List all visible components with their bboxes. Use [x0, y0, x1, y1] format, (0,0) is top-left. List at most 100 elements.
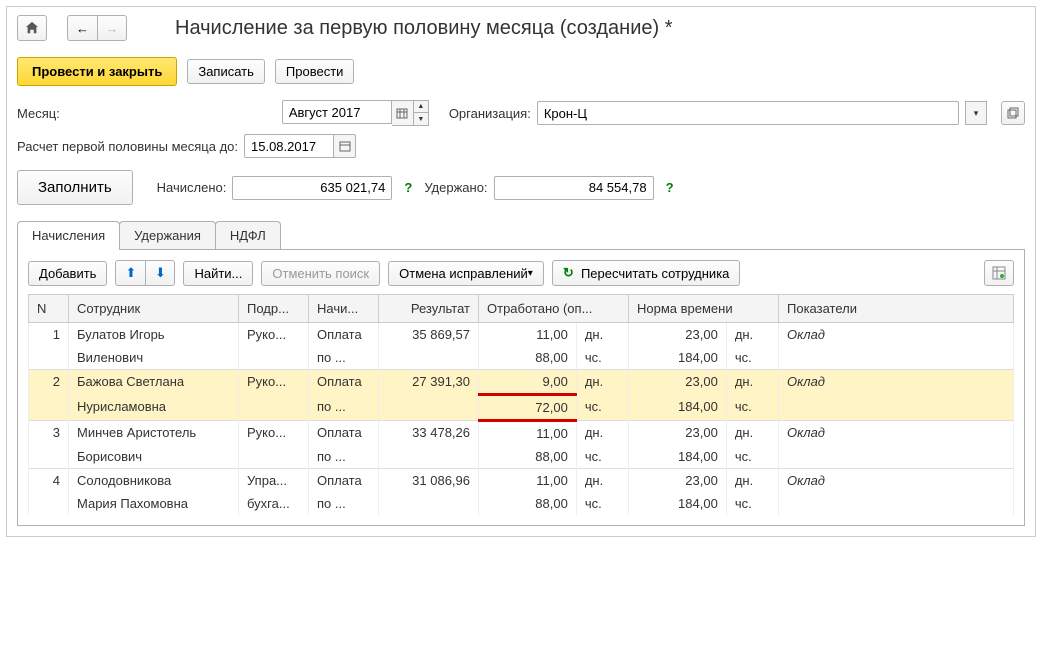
cell-hours-unit: чс.: [576, 395, 628, 421]
calendar-icon: [396, 107, 408, 119]
cell-norm-hours: 184,00: [629, 346, 727, 370]
home-icon: [25, 21, 39, 35]
month-spinner[interactable]: ▲ ▼: [414, 100, 429, 126]
org-dropdown-button[interactable]: ▾: [965, 101, 987, 125]
cell-accrual: Оплата: [309, 469, 379, 493]
table-row-sub[interactable]: Борисовичпо ...88,00чс.184,00чс.: [29, 445, 1014, 469]
table-row-sub[interactable]: Мария Пахомовнабухга...по ...88,00чс.184…: [29, 492, 1014, 515]
submit-button[interactable]: Провести: [275, 59, 355, 84]
cell-hours-unit: чс.: [576, 346, 628, 370]
cell-accrual-line2: по ...: [309, 395, 379, 421]
cell-indicator: Оклад: [779, 370, 1014, 395]
cell-indicator: Оклад: [779, 421, 1014, 446]
cell-hours-unit: чс.: [726, 492, 778, 515]
accrued-help[interactable]: ?: [398, 180, 418, 195]
move-down-button[interactable]: ⬇: [145, 260, 175, 286]
col-accrual[interactable]: Начи...: [309, 295, 379, 323]
calendar-icon: [339, 140, 351, 152]
month-input[interactable]: [282, 100, 392, 124]
recalc-button[interactable]: ↻ Пересчитать сотрудника: [552, 260, 741, 286]
cell-accrual: Оплата: [309, 323, 379, 347]
save-button[interactable]: Записать: [187, 59, 265, 84]
cell-days-unit: дн.: [576, 421, 628, 446]
back-button[interactable]: ←: [67, 15, 97, 41]
popout-icon: [1007, 107, 1019, 119]
cell-norm-days: 23,00: [629, 421, 727, 446]
cell-employee: Солодовникова: [69, 469, 239, 493]
tab-accruals[interactable]: Начисления: [17, 221, 120, 249]
cell-n: 1: [29, 323, 69, 347]
spin-up-icon[interactable]: ▲: [414, 101, 428, 113]
submit-close-button[interactable]: Провести и закрыть: [17, 57, 177, 86]
cell-dept-line2: [239, 395, 309, 421]
col-worked[interactable]: Отработано (оп...: [479, 295, 629, 323]
table-row-sub[interactable]: Нурисламовнапо ...72,00чс.184,00чс.: [29, 395, 1014, 421]
tab-ndfl[interactable]: НДФЛ: [215, 221, 281, 249]
cell-norm-days: 23,00: [629, 469, 727, 493]
cancel-search-button[interactable]: Отменить поиск: [261, 261, 380, 286]
cell-norm-days: 23,00: [629, 323, 727, 347]
cell-hours-unit: чс.: [726, 395, 778, 421]
page-title: Начисление за первую половину месяца (со…: [175, 17, 673, 40]
cell-hours-unit: чс.: [576, 492, 628, 515]
withheld-input[interactable]: [494, 176, 654, 200]
col-norm[interactable]: Норма времени: [629, 295, 779, 323]
accrued-input[interactable]: [232, 176, 392, 200]
cell-hours-unit: чс.: [726, 346, 778, 370]
org-input[interactable]: [537, 101, 959, 125]
titlebar: ← → Начисление за первую половину месяца…: [7, 7, 1035, 51]
spin-down-icon[interactable]: ▼: [414, 113, 428, 125]
cell-days-unit: дн.: [576, 323, 628, 347]
grid-settings-button[interactable]: [984, 260, 1014, 286]
cell-result: 31 086,96: [379, 469, 479, 493]
add-button[interactable]: Добавить: [28, 261, 107, 286]
cell-result: 33 478,26: [379, 421, 479, 446]
cell-employee-line2: Нурисламовна: [69, 395, 239, 421]
employees-grid[interactable]: N Сотрудник Подр... Начи... Результат От…: [28, 294, 1014, 515]
cell-n: 4: [29, 469, 69, 493]
cell-dept: Упра...: [239, 469, 309, 493]
accrued-label: Начислено:: [157, 180, 227, 195]
cell-employee-line2: Мария Пахомовна: [69, 492, 239, 515]
org-label: Организация:: [449, 106, 531, 121]
calc-date-input[interactable]: [244, 134, 334, 158]
cell-worked-hours: 88,00: [479, 346, 577, 370]
calc-date-calendar-button[interactable]: [334, 134, 356, 158]
forward-button[interactable]: →: [97, 15, 127, 41]
move-up-button[interactable]: ⬆: [115, 260, 145, 286]
cell-norm-days: 23,00: [629, 370, 727, 395]
table-row-sub[interactable]: Виленовичпо ...88,00чс.184,00чс.: [29, 346, 1014, 370]
cell-days-unit: дн.: [726, 370, 778, 395]
col-n[interactable]: N: [29, 295, 69, 323]
cancel-corrections-button[interactable]: Отмена исправлений: [388, 261, 544, 286]
col-dept[interactable]: Подр...: [239, 295, 309, 323]
arrow-left-icon: ←: [76, 21, 89, 36]
cell-dept: Руко...: [239, 370, 309, 395]
col-employee[interactable]: Сотрудник: [69, 295, 239, 323]
table-row[interactable]: 1Булатов ИгорьРуко...Оплата35 869,5711,0…: [29, 323, 1014, 347]
cell-employee-line2: Виленович: [69, 346, 239, 370]
calendar-button[interactable]: [392, 100, 414, 126]
find-button[interactable]: Найти...: [183, 261, 253, 286]
chevron-down-icon: ▾: [974, 108, 979, 119]
home-button[interactable]: [17, 15, 47, 41]
cell-days-unit: дн.: [726, 469, 778, 493]
calc-date-group: [244, 134, 356, 158]
table-row[interactable]: 2Бажова СветланаРуко...Оплата27 391,309,…: [29, 370, 1014, 395]
col-result[interactable]: Результат: [379, 295, 479, 323]
cell-n: 2: [29, 370, 69, 395]
fill-button[interactable]: Заполнить: [17, 170, 133, 205]
cell-worked-days: 9,00: [479, 370, 577, 395]
table-row[interactable]: 4СолодовниковаУпра...Оплата31 086,9611,0…: [29, 469, 1014, 493]
col-indicators[interactable]: Показатели: [779, 295, 1014, 323]
table-row[interactable]: 3Минчев АристотельРуко...Оплата33 478,26…: [29, 421, 1014, 446]
withheld-help[interactable]: ?: [660, 180, 680, 195]
cell-employee-line2: Борисович: [69, 445, 239, 469]
grid-toolbar: Добавить ⬆ ⬇ Найти... Отменить поиск Отм…: [28, 260, 1014, 286]
cell-norm-hours: 184,00: [629, 445, 727, 469]
cell-accrual-line2: по ...: [309, 445, 379, 469]
tab-withholdings[interactable]: Удержания: [119, 221, 216, 249]
org-open-button[interactable]: [1001, 101, 1025, 125]
cell-hours-unit: чс.: [726, 445, 778, 469]
cell-worked-days: 11,00: [479, 323, 577, 347]
